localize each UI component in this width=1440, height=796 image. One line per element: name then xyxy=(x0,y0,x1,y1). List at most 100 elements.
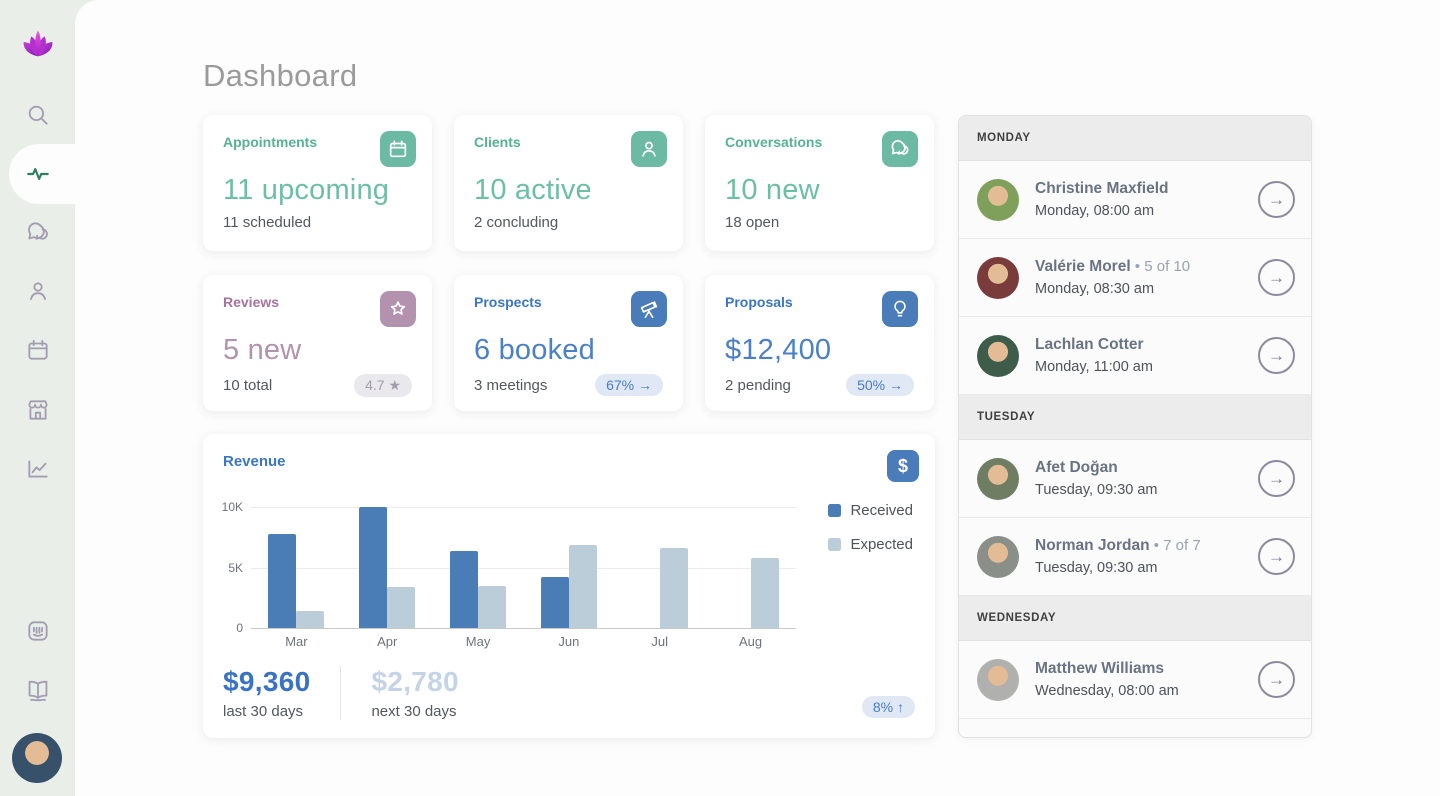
day-header-monday: MONDAY xyxy=(959,116,1311,161)
bar-group-apr xyxy=(342,507,433,628)
schedule-item-info: Afet DoğanTuesday, 09:30 am xyxy=(1035,459,1258,498)
x-tick-may: May xyxy=(433,634,524,649)
sidebar-item-messenger[interactable] xyxy=(0,611,75,651)
main-column: Appointments 11 upcoming 11 scheduled Cl… xyxy=(203,115,935,738)
sidebar xyxy=(0,0,75,796)
bar-group-jul xyxy=(614,507,705,628)
open-arrow-button[interactable]: → xyxy=(1258,181,1295,218)
telescope-icon xyxy=(631,291,667,327)
dollar-icon[interactable]: $ xyxy=(887,450,919,482)
open-arrow-button[interactable]: → xyxy=(1258,538,1295,575)
legend-swatch-received xyxy=(828,504,841,517)
card-clients[interactable]: Clients 10 active 2 concluding xyxy=(454,115,683,251)
app: Dashboard Appointments 11 upcoming 11 sc… xyxy=(0,0,1440,796)
legend-item-expected: Expected xyxy=(828,536,913,553)
person-name: Lachlan Cotter xyxy=(1035,336,1258,354)
stat-value: $9,360 xyxy=(223,666,310,698)
revenue-stat-last-30-days: $9,360 last 30 days xyxy=(223,666,310,720)
bar-expected-mar xyxy=(296,611,324,628)
schedule-item[interactable]: Christine Maxfield Monday, 08:00 am→ xyxy=(959,161,1311,239)
stat-cards-grid: Appointments 11 upcoming 11 scheduled Cl… xyxy=(203,115,935,411)
bar-expected-aug xyxy=(751,558,779,628)
person-name: Norman Jordan • 7 of 7 xyxy=(1035,537,1258,555)
attendance-meta: • 5 of 10 xyxy=(1131,258,1190,275)
schedule-item[interactable]: Valérie Morel • 5 of 10Monday, 08:30 am→ xyxy=(959,239,1311,317)
chat-bubbles-icon xyxy=(882,131,918,167)
card-subtitle: 2 concluding xyxy=(474,214,558,231)
x-tick-jul: Jul xyxy=(614,634,705,649)
legend-label: Received xyxy=(850,502,913,519)
sidebar-item-library[interactable] xyxy=(0,670,75,710)
card-subtitle: 18 open xyxy=(725,214,779,231)
appointment-time: Monday, 08:00 am xyxy=(1035,203,1258,219)
bars xyxy=(251,507,796,628)
card-value: 10 new xyxy=(725,174,914,207)
schedule-item[interactable]: Norman Jordan • 7 of 7 Tuesday, 09:30 am→ xyxy=(959,518,1311,596)
card-subtitle: 2 pending xyxy=(725,377,791,394)
y-tick-0: 0 xyxy=(236,621,243,635)
content-area: Dashboard Appointments 11 upcoming 11 sc… xyxy=(75,0,1440,796)
bar-group-jun xyxy=(523,507,614,628)
card-value: 11 upcoming xyxy=(223,174,412,207)
bar-received-jun xyxy=(541,577,569,628)
y-tick-5k: 5K xyxy=(228,561,243,575)
bar-group-aug xyxy=(705,507,796,628)
open-arrow-button[interactable]: → xyxy=(1258,259,1295,296)
sidebar-item-conversations[interactable] xyxy=(0,213,75,253)
card-conversations[interactable]: Conversations 10 new 18 open xyxy=(705,115,934,251)
person-name: Christine Maxfield xyxy=(1035,180,1258,198)
schedule-item[interactable]: Matthew Williams Wednesday, 08:00 am→ xyxy=(959,641,1311,719)
schedule-item-info: Matthew Williams Wednesday, 08:00 am xyxy=(1035,660,1258,699)
card-subtitle: 3 meetings xyxy=(474,377,547,394)
card-prospects[interactable]: Prospects 6 booked 3 meetings 67% → xyxy=(454,275,683,411)
open-arrow-button[interactable]: → xyxy=(1258,460,1295,497)
search-icon xyxy=(25,102,51,128)
schedule-item-info: Norman Jordan • 7 of 7 Tuesday, 09:30 am xyxy=(1035,537,1258,576)
revenue-footer: $9,360 last 30 days $2,780 next 30 days … xyxy=(223,666,915,720)
attendance-meta: • 7 of 7 xyxy=(1150,537,1201,554)
appointment-time: Tuesday, 09:30 am xyxy=(1035,560,1258,576)
legend-swatch-expected xyxy=(828,538,841,551)
stat-label: next 30 days xyxy=(371,703,458,720)
card-value: 5 new xyxy=(223,334,412,367)
revenue-card: Revenue $ 10K5K0 MarAprMayJunJulAug Rece… xyxy=(203,434,935,738)
trend-chart-icon xyxy=(25,456,51,482)
sidebar-item-analytics[interactable] xyxy=(0,449,75,489)
revenue-title: Revenue xyxy=(223,453,915,470)
x-tick-jun: Jun xyxy=(523,634,614,649)
sidebar-item-search[interactable] xyxy=(0,95,75,135)
schedule-item-info: Valérie Morel • 5 of 10Monday, 08:30 am xyxy=(1035,258,1258,297)
bar-expected-jun xyxy=(569,545,597,628)
appointment-time: Wednesday, 08:00 am xyxy=(1035,683,1258,699)
sidebar-item-clients[interactable] xyxy=(0,271,75,311)
revenue-bar-chart: 10K5K0 xyxy=(251,507,796,628)
revenue-stat-next-30-days: $2,780 next 30 days xyxy=(371,666,458,720)
person-name: Afet Doğan xyxy=(1035,459,1258,477)
appointment-time: Monday, 08:30 am xyxy=(1035,281,1258,297)
user-avatar[interactable] xyxy=(12,733,62,783)
activity-icon xyxy=(25,161,51,187)
appointment-time: Monday, 11:00 am xyxy=(1035,359,1258,375)
schedule-item[interactable]: Afet DoğanTuesday, 09:30 am→ xyxy=(959,440,1311,518)
bar-group-mar xyxy=(251,507,342,628)
bar-expected-jul xyxy=(660,548,688,628)
sidebar-item-activity[interactable] xyxy=(0,154,75,194)
schedule-item[interactable]: Lachlan Cotter Monday, 11:00 am→ xyxy=(959,317,1311,395)
person-name: Matthew Williams xyxy=(1035,660,1258,678)
open-arrow-button[interactable]: → xyxy=(1258,661,1295,698)
card-proposals[interactable]: Proposals $12,400 2 pending 50% → xyxy=(705,275,934,411)
avatar xyxy=(977,659,1019,701)
card-reviews[interactable]: Reviews 5 new 10 total 4.7 ★ xyxy=(203,275,432,411)
open-arrow-button[interactable]: → xyxy=(1258,337,1295,374)
sidebar-item-calendar[interactable] xyxy=(0,330,75,370)
messenger-icon xyxy=(25,618,51,644)
x-axis-labels: MarAprMayJunJulAug xyxy=(251,634,796,649)
progress-badge: 50% → xyxy=(846,374,914,396)
legend-item-received: Received xyxy=(828,502,913,519)
x-tick-apr: Apr xyxy=(342,634,433,649)
card-appointments[interactable]: Appointments 11 upcoming 11 scheduled xyxy=(203,115,432,251)
sidebar-item-store[interactable] xyxy=(0,390,75,430)
legend-label: Expected xyxy=(850,536,913,553)
y-tick-10k: 10K xyxy=(222,500,243,514)
chat-bubbles-icon xyxy=(25,220,51,246)
